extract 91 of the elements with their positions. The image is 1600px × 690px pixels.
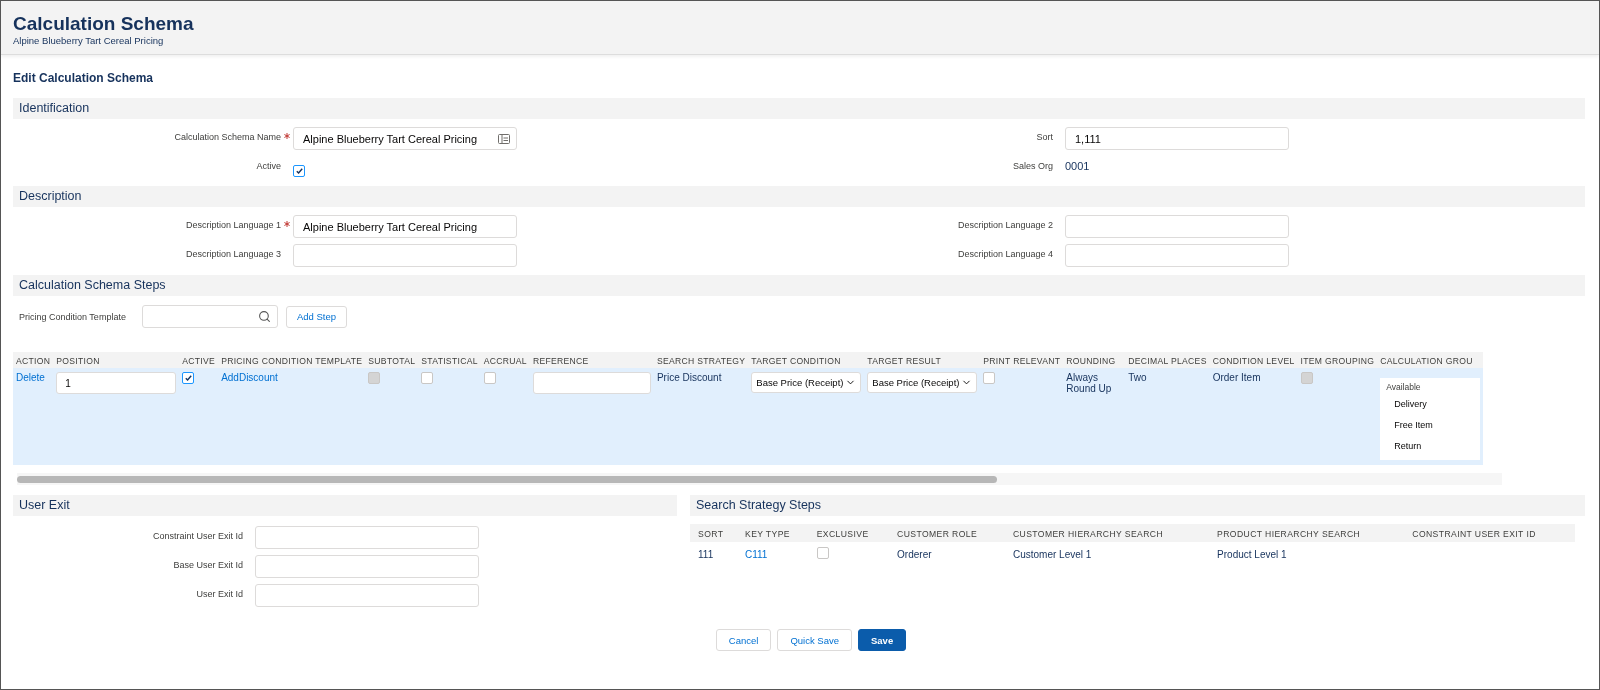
column-header: TARGET CONDITION bbox=[748, 352, 865, 368]
page-header-title: Calculation Schema bbox=[13, 13, 195, 35]
field-value: 0001 bbox=[1065, 159, 1091, 172]
text-field[interactable] bbox=[1065, 215, 1289, 238]
column-header: CONSTRAINT USER EXIT ID bbox=[1404, 524, 1575, 542]
scrollbar-thumb[interactable] bbox=[17, 475, 997, 483]
select-field[interactable]: Base Price (Receipt) bbox=[751, 372, 862, 393]
column-header: CONDITION LEVEL bbox=[1209, 352, 1298, 368]
section-header: Identification bbox=[13, 98, 1585, 119]
table-cell: Orderer bbox=[897, 548, 932, 560]
listbox-option[interactable]: Delivery bbox=[1386, 396, 1475, 412]
section-header: Calculation Schema Steps bbox=[13, 275, 1585, 296]
column-header: CUSTOMER ROLE bbox=[889, 524, 1005, 542]
column-header: DECIMAL PLACES bbox=[1125, 352, 1210, 368]
cell-input[interactable] bbox=[532, 372, 651, 394]
field-label: Description Language 3 bbox=[184, 248, 281, 259]
table-cell: Product Level 1 bbox=[1217, 548, 1287, 560]
field-label: User Exit Id bbox=[195, 588, 243, 599]
table-cell: Two bbox=[1128, 372, 1147, 383]
horizontal-scrollbar[interactable] bbox=[17, 473, 1502, 485]
add-step-button[interactable]: Add Step bbox=[285, 305, 347, 328]
table-link[interactable]: AddDiscount bbox=[221, 372, 278, 383]
text-field[interactable] bbox=[293, 244, 517, 267]
column-header: PRICING CONDITION TEMPLATE bbox=[218, 352, 366, 368]
column-header: POSITION bbox=[53, 352, 180, 368]
column-header: STATISTICAL bbox=[418, 352, 481, 368]
text-field[interactable] bbox=[255, 526, 479, 549]
section-header: User Exit bbox=[13, 495, 677, 516]
checkbox[interactable] bbox=[816, 547, 829, 559]
column-header: ACCRUAL bbox=[480, 352, 530, 368]
section-header: Description bbox=[13, 186, 1585, 207]
search-icon bbox=[257, 310, 271, 323]
column-header: REFERENCE bbox=[529, 352, 654, 368]
column-header: ACTION bbox=[13, 352, 54, 368]
text-field[interactable] bbox=[255, 584, 479, 607]
column-header: ACTIVE bbox=[179, 352, 219, 368]
column-header: PRODUCT HIERARCHY SEARCH bbox=[1209, 524, 1405, 542]
listbox-option[interactable]: Free Item bbox=[1386, 417, 1475, 433]
table-cell: Order Item bbox=[1212, 372, 1261, 383]
column-header: PRINT RELEVANT bbox=[980, 352, 1064, 368]
listbox-label: Available bbox=[1386, 382, 1422, 392]
checkmark-icon bbox=[184, 375, 192, 381]
field-label: Active bbox=[255, 160, 281, 171]
page-header-subtitle: Alpine Blueberry Tart Cereal Pricing bbox=[13, 35, 165, 46]
checkbox[interactable] bbox=[182, 372, 195, 384]
text-field[interactable]: 1,111 bbox=[1065, 127, 1289, 150]
table-cell: Customer Level 1 bbox=[1013, 548, 1092, 560]
text-field[interactable]: Alpine Blueberry Tart Cereal Pricing bbox=[293, 215, 517, 238]
checkmark-icon bbox=[295, 168, 303, 174]
field-label: Description Language 4 bbox=[956, 248, 1053, 259]
column-header: CALCULATION GROU bbox=[1377, 352, 1484, 368]
field-label: Sales Org bbox=[1011, 160, 1053, 171]
secondary-button[interactable]: Quick Save bbox=[777, 629, 852, 651]
field-label: Description Language 1 bbox=[184, 219, 281, 230]
field-label: Description Language 2 bbox=[956, 219, 1053, 230]
text-field[interactable]: Alpine Blueberry Tart Cereal Pricing bbox=[293, 127, 517, 150]
checkbox[interactable] bbox=[483, 372, 496, 384]
section-header: Search Strategy Steps bbox=[690, 495, 1585, 516]
text-field[interactable] bbox=[255, 555, 479, 578]
field-label: Pricing Condition Template bbox=[19, 311, 126, 322]
column-header: SUBTOTAL bbox=[365, 352, 419, 368]
field-label: Constraint User Exit Id bbox=[151, 530, 243, 541]
save-button[interactable]: Save bbox=[858, 629, 907, 651]
table-cell: 111 bbox=[698, 548, 714, 560]
column-header: ITEM GROUPING bbox=[1297, 352, 1378, 368]
checkbox[interactable] bbox=[983, 372, 996, 384]
text-field[interactable] bbox=[1065, 244, 1289, 267]
checkbox[interactable] bbox=[293, 165, 305, 177]
search-field[interactable] bbox=[141, 305, 278, 328]
listbox-option[interactable]: Return bbox=[1386, 438, 1475, 454]
column-header: EXCLUSIVE bbox=[808, 524, 890, 542]
column-header: ROUNDING bbox=[1063, 352, 1126, 368]
field-label: Base User Exit Id bbox=[172, 559, 243, 570]
cell-input[interactable]: 1 bbox=[56, 372, 177, 394]
secondary-button[interactable]: Cancel bbox=[715, 629, 772, 651]
table-link[interactable]: C111 bbox=[745, 548, 768, 560]
column-header: SEARCH STRATEGY bbox=[653, 352, 749, 368]
table-cell-text: Always Round Up bbox=[1066, 372, 1113, 394]
column-header: TARGET RESULT bbox=[864, 352, 981, 368]
column-header: CUSTOMER HIERARCHY SEARCH bbox=[1005, 524, 1210, 542]
form-title: Edit Calculation Schema bbox=[13, 71, 155, 85]
card-list-icon[interactable] bbox=[498, 133, 510, 144]
column-header: SORT bbox=[690, 524, 737, 542]
select-field[interactable]: Base Price (Receipt) bbox=[867, 372, 978, 393]
table-cell: Price Discount bbox=[656, 372, 722, 383]
checkbox[interactable] bbox=[421, 372, 434, 384]
column-header: KEY TYPE bbox=[737, 524, 809, 542]
field-label: Sort bbox=[1035, 131, 1053, 142]
table-link[interactable]: Delete bbox=[16, 372, 45, 383]
field-label: Calculation Schema Name bbox=[173, 131, 281, 142]
listbox[interactable]: Available Delivery Free Item Return bbox=[1380, 378, 1481, 460]
